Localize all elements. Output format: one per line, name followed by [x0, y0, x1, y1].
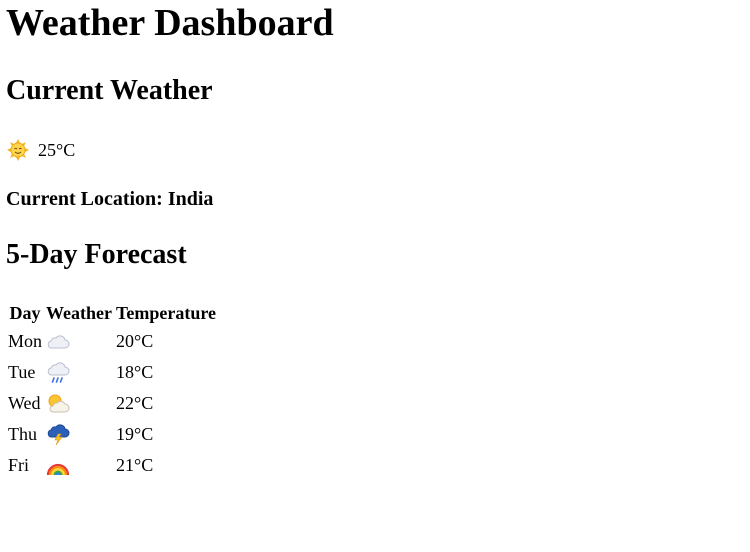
cloud-lightning-icon [46, 423, 112, 446]
forecast-temperature: 18°C [116, 362, 154, 382]
column-header-weather: Weather [46, 302, 112, 323]
table-row: Fri 21°C [7, 451, 217, 480]
table-row: Wed 22°C [7, 389, 217, 418]
table-row: Thu 19°C [7, 420, 217, 449]
sun-with-face-icon [6, 139, 30, 161]
forecast-heading: 5-Day Forecast [6, 239, 187, 270]
forecast-day: Thu [8, 424, 37, 444]
forecast-temperature: 22°C [116, 393, 154, 413]
forecast-temperature: 20°C [116, 331, 154, 351]
forecast-day: Fri [8, 455, 30, 475]
page-title: Weather Dashboard [6, 2, 334, 44]
forecast-day: Tue [8, 362, 36, 382]
column-header-day: Day [9, 302, 41, 323]
table-row: Mon 20°C [7, 327, 217, 356]
table-row: Tue 18°C [7, 358, 217, 387]
column-header-temperature: Temperature [116, 302, 216, 323]
forecast-temperature: 21°C [116, 455, 154, 475]
current-weather-heading: Current Weather [6, 75, 213, 106]
forecast-temperature: 19°C [116, 424, 154, 444]
forecast-day: Wed [8, 393, 41, 413]
current-weather-row: 25°C [6, 139, 744, 161]
forecast-header-row: Day Weather Temperature [7, 301, 217, 325]
current-location: Current Location: India [6, 188, 214, 210]
forecast-table: Day Weather Temperature Mon 20°C Tue 18°… [5, 299, 219, 482]
sun-behind-cloud-icon [46, 393, 112, 415]
weather-dashboard: Weather Dashboard Current Weather 25°C C… [0, 0, 750, 482]
cloud-icon [46, 332, 112, 352]
cloud-rain-icon [46, 361, 112, 384]
current-temperature: 25°C [38, 139, 76, 160]
forecast-day: Mon [8, 331, 43, 351]
rainbow-icon [46, 455, 112, 477]
